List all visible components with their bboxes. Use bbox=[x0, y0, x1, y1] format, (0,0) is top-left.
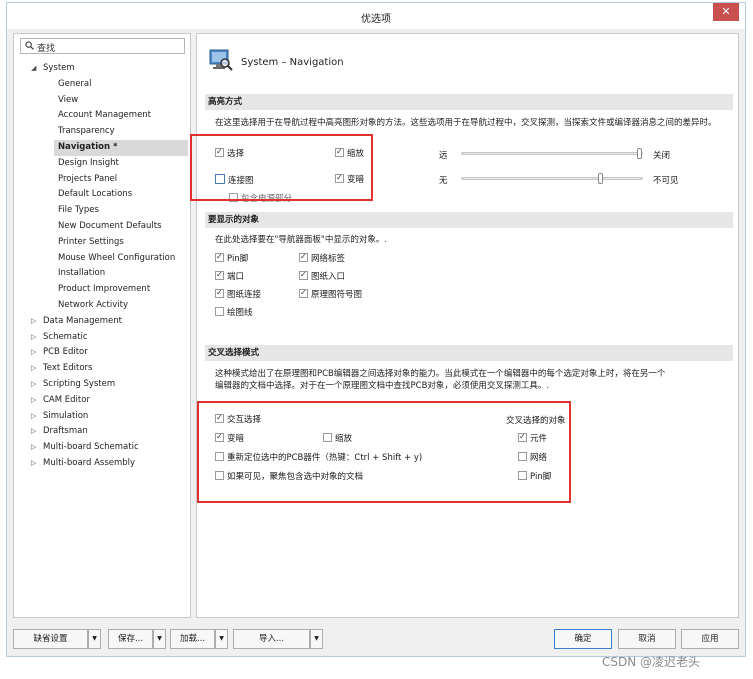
object-sheet-connector-checkbox[interactable]: 图纸连接 bbox=[215, 287, 261, 301]
dialog-title: 优选项 bbox=[361, 14, 391, 25]
dim-level-slider[interactable] bbox=[461, 173, 643, 184]
zoom-far-label: 远 bbox=[439, 151, 448, 161]
tree-node-view[interactable]: View bbox=[14, 93, 190, 109]
defaults-dropdown-icon[interactable]: ▼ bbox=[88, 629, 101, 649]
search-placeholder: 查找 bbox=[37, 44, 56, 54]
object-sheet-symbol-checkbox[interactable]: 原理图符号图 bbox=[299, 287, 362, 301]
section-cross-select-header: 交叉选择模式 bbox=[205, 345, 733, 361]
cross-description-line1: 这种模式给出了在原理图和PCB编辑器之间选择对象的能力。当此模式在一个编辑器中的… bbox=[215, 369, 666, 379]
highlight-description: 在这里选择用于在导航过程中高亮图形对象的方法。这些选项用于在导航过程中，交叉探测… bbox=[215, 118, 717, 128]
preferences-dialog: 优选项 ✕ 查找 ◢ System General View Account Ma… bbox=[6, 2, 746, 657]
tree-node-pcb-editor[interactable]: ▷ PCB Editor bbox=[14, 345, 190, 361]
tree-node-account-management[interactable]: Account Management bbox=[14, 108, 190, 124]
tree-node-file-types[interactable]: File Types bbox=[14, 203, 190, 219]
cancel-button[interactable]: 取消 bbox=[618, 629, 676, 649]
tree-node-schematic[interactable]: ▷ Schematic bbox=[14, 330, 190, 346]
section-highlight-header: 高亮方式 bbox=[205, 94, 733, 110]
zoom-off-label: 关闭 bbox=[653, 151, 671, 161]
object-pin-checkbox[interactable]: Pin脚 bbox=[215, 251, 248, 265]
annotation-cross-select-box bbox=[197, 401, 571, 503]
save-dropdown-icon[interactable]: ▼ bbox=[153, 629, 166, 649]
settings-panel: System – Navigation 高亮方式 在这里选择用于在导航过程中高亮… bbox=[196, 33, 739, 618]
category-tree-panel: 查找 ◢ System General View Account Manageme… bbox=[13, 33, 191, 618]
apply-button[interactable]: 应用 bbox=[681, 629, 739, 649]
tree-node-simulation[interactable]: ▷ Simulation bbox=[14, 409, 190, 425]
page-title: System – Navigation bbox=[241, 57, 344, 68]
title-bar: 优选项 ✕ bbox=[7, 3, 745, 29]
collapsed-arrow-icon[interactable]: ▷ bbox=[31, 377, 36, 393]
load-dropdown-icon[interactable]: ▼ bbox=[215, 629, 228, 649]
tree-node-data-management[interactable]: ▷ Data Management bbox=[14, 314, 190, 330]
object-port-checkbox[interactable]: 端口 bbox=[215, 269, 244, 283]
section-objects-header: 要显示的对象 bbox=[205, 212, 733, 228]
zoom-slider-thumb[interactable] bbox=[637, 148, 642, 159]
tree-node-mouse-wheel[interactable]: Mouse Wheel Configuration bbox=[14, 251, 190, 267]
collapsed-arrow-icon[interactable]: ▷ bbox=[31, 456, 36, 472]
collapsed-arrow-icon[interactable]: ▷ bbox=[31, 361, 36, 377]
collapsed-arrow-icon[interactable]: ▷ bbox=[31, 314, 36, 330]
tree-node-scripting-system[interactable]: ▷ Scripting System bbox=[14, 377, 190, 393]
ok-button[interactable]: 确定 bbox=[554, 629, 612, 649]
import-button[interactable]: 导入... bbox=[233, 629, 310, 649]
tree-node-projects-panel[interactable]: Projects Panel bbox=[14, 172, 190, 188]
object-wire-checkbox[interactable]: 绘图线 bbox=[215, 307, 253, 319]
tree-node-network-activity[interactable]: Network Activity bbox=[14, 298, 190, 314]
annotation-highlight-box bbox=[190, 134, 373, 201]
collapsed-arrow-icon[interactable]: ▷ bbox=[31, 393, 36, 409]
dim-none-label: 无 bbox=[439, 176, 448, 186]
tree-node-transparency[interactable]: Transparency bbox=[14, 124, 190, 140]
tree-node-draftsman[interactable]: ▷ Draftsman bbox=[14, 424, 190, 440]
dim-slider-thumb[interactable] bbox=[598, 173, 604, 184]
collapsed-arrow-icon[interactable]: ▷ bbox=[31, 424, 36, 440]
collapsed-arrow-icon[interactable]: ▷ bbox=[31, 440, 36, 456]
tree-node-navigation[interactable]: Navigation * bbox=[54, 139, 188, 156]
load-button[interactable]: 加载... bbox=[170, 629, 215, 649]
collapsed-arrow-icon[interactable]: ▷ bbox=[31, 330, 36, 346]
tree-node-multi-board-schematic[interactable]: ▷ Multi-board Schematic bbox=[14, 440, 190, 456]
tree-node-default-locations[interactable]: Default Locations bbox=[14, 187, 190, 203]
tree-node-printer-settings[interactable]: Printer Settings bbox=[14, 235, 190, 251]
defaults-button[interactable]: 缺省设置 bbox=[13, 629, 88, 649]
collapsed-arrow-icon[interactable]: ▷ bbox=[31, 409, 36, 425]
object-sheet-entry-checkbox[interactable]: 图纸入口 bbox=[299, 269, 345, 283]
close-button[interactable]: ✕ bbox=[713, 3, 739, 21]
object-net-label-checkbox[interactable]: 网络标签 bbox=[299, 251, 345, 265]
navigation-monitor-icon bbox=[209, 49, 233, 71]
category-tree: ◢ System General View Account Management … bbox=[14, 61, 190, 472]
objects-description: 在此处选择要在"导航器面板"中显示的对象。. bbox=[215, 235, 388, 245]
tree-node-cam-editor[interactable]: ▷ CAM Editor bbox=[14, 393, 190, 409]
expanded-arrow-icon[interactable]: ◢ bbox=[31, 61, 36, 77]
tree-node-design-insight[interactable]: Design Insight bbox=[14, 156, 190, 172]
tree-node-installation[interactable]: Installation bbox=[14, 266, 190, 282]
tree-node-multi-board-assembly[interactable]: ▷ Multi-board Assembly bbox=[14, 456, 190, 472]
search-input[interactable]: 查找 bbox=[20, 38, 185, 54]
tree-node-general[interactable]: General bbox=[14, 77, 190, 93]
tree-node-product-improvement[interactable]: Product Improvement bbox=[14, 282, 190, 298]
dim-invisible-label: 不可见 bbox=[653, 176, 679, 186]
save-button[interactable]: 保存... bbox=[108, 629, 153, 649]
tree-node-system[interactable]: ◢ System bbox=[14, 61, 190, 77]
tree-node-new-document-defaults[interactable]: New Document Defaults bbox=[14, 219, 190, 235]
watermark: CSDN @凌迟老头 bbox=[602, 655, 701, 669]
tree-node-text-editors[interactable]: ▷ Text Editors bbox=[14, 361, 190, 377]
cross-description-line2: 编辑器的文档中选择。对于在一个原理图文档中查找PCB对象，必须使用交叉探测工具。… bbox=[215, 381, 550, 391]
search-icon bbox=[25, 41, 34, 50]
collapsed-arrow-icon[interactable]: ▷ bbox=[31, 345, 36, 361]
zoom-level-slider[interactable] bbox=[461, 148, 643, 159]
import-dropdown-icon[interactable]: ▼ bbox=[310, 629, 323, 649]
